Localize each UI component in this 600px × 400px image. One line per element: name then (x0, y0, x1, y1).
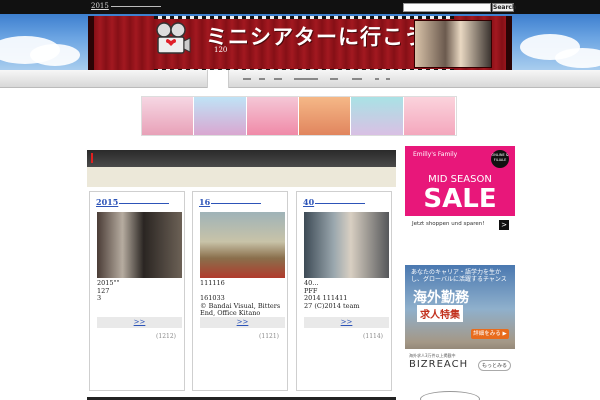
search-button[interactable]: Search (492, 3, 516, 12)
section-marker (91, 153, 93, 163)
nav-item[interactable] (330, 78, 338, 80)
nav-item[interactable] (294, 78, 318, 80)
top-bar: 2015 Search (0, 0, 600, 14)
ad-subheadline: 求人特集 (417, 305, 463, 322)
main-nav (0, 70, 600, 88)
article-thumbnail[interactable] (97, 212, 182, 278)
view-count: (1121) (259, 333, 279, 340)
section-subheader (87, 167, 396, 187)
read-more-button[interactable]: >> (304, 317, 389, 328)
nav-item[interactable] (386, 78, 390, 80)
ad-banner-strip[interactable] (141, 96, 457, 136)
date-link[interactable]: 2015 (91, 2, 161, 10)
article-thumbnail[interactable] (200, 212, 285, 278)
ad-tile[interactable] (246, 97, 299, 135)
nav-item[interactable] (259, 78, 265, 80)
article-excerpt: 2015"" 127 3 (97, 279, 120, 302)
article-thumbnail[interactable] (304, 212, 389, 278)
article-title-link[interactable]: 40 (303, 197, 365, 207)
sale-ad[interactable]: Emilly's Family ONLINE & FILIALE MID SEA… (405, 146, 515, 234)
projector-icon (156, 22, 191, 54)
ad-tile[interactable] (194, 97, 247, 135)
section-header (87, 150, 396, 167)
ad-tile[interactable] (351, 97, 404, 135)
speech-bubble (420, 391, 480, 400)
ad-intro-text: あなたのキャリア・語学力を生かし、グローバルに活躍するチャンス (411, 269, 507, 283)
site-count: 120 (214, 46, 228, 54)
ad-footer: Jetzt shoppen und sparen! > (405, 216, 515, 234)
site-title: ミニシアターに行こう。 (206, 25, 447, 49)
article-card: 16 111116 161033 © Bandai Visual, Bitter… (192, 191, 288, 391)
article-card: 40 40... PFF 2014 111411 27 (C)2014 team… (296, 191, 392, 391)
ad-tile[interactable] (298, 97, 352, 135)
ad-brand: BIZREACH (409, 359, 469, 370)
cloud-decoration (30, 44, 80, 66)
site-banner[interactable]: ミニシアターに行こう。 120 (88, 16, 512, 72)
nav-item[interactable] (243, 78, 251, 80)
film-strip (154, 16, 454, 19)
view-count: (1212) (156, 333, 176, 340)
ad-headline: 海外勤務 (413, 290, 469, 306)
nav-item[interactable] (352, 78, 362, 80)
read-more-button[interactable]: >> (97, 317, 182, 328)
read-more-button[interactable]: >> (200, 317, 285, 328)
ad-sale-text: SALE (423, 184, 497, 214)
ad-brand: Emilly's Family (413, 151, 458, 158)
article-excerpt: 40... PFF 2014 111411 27 (C)2014 team (304, 279, 360, 310)
search-input[interactable] (403, 3, 491, 12)
ad-cta-text: Jetzt shoppen und sparen! (412, 221, 485, 227)
article-card: 2015 2015"" 127 3 >> (1212) (89, 191, 185, 391)
cloud-decoration (555, 48, 600, 68)
view-count: (1114) (363, 333, 383, 340)
ad-badge: ONLINE & FILIALE (491, 150, 509, 168)
article-excerpt: 111116 161033 © Bandai Visual, Bitters E… (200, 279, 281, 317)
ad-tile[interactable] (403, 97, 456, 135)
job-ad[interactable]: あなたのキャリア・語学力を生かし、グローバルに活躍するチャンス 海外勤務 求人特… (405, 265, 515, 375)
nav-home-tab[interactable] (207, 70, 229, 88)
nav-item[interactable] (274, 78, 282, 80)
actors-photo (414, 20, 492, 68)
ad-more-button[interactable]: もっとみる (478, 360, 512, 371)
ad-arrow-button[interactable]: > (499, 220, 509, 230)
article-title-link[interactable]: 16 (199, 197, 261, 207)
nav-item[interactable] (375, 78, 379, 80)
article-title-link[interactable]: 2015 (96, 197, 169, 207)
ad-details-button[interactable]: 詳細をみる ▶ (471, 329, 509, 339)
ad-tile[interactable] (142, 97, 195, 135)
